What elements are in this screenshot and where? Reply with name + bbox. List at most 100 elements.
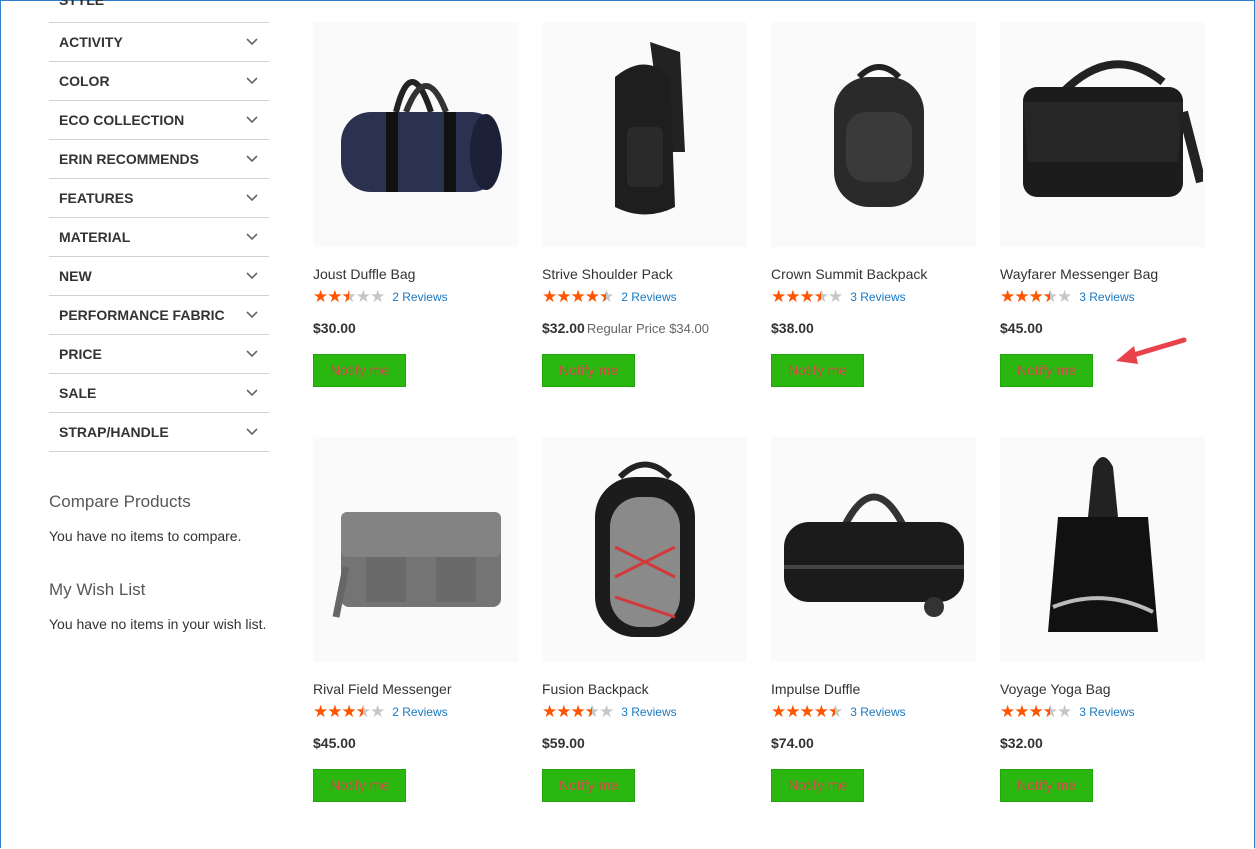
product-image[interactable] [313,437,518,662]
chevron-down-icon [245,347,259,361]
notify-me-button[interactable]: Notify me [542,769,635,802]
product-image[interactable] [1000,22,1206,247]
product-rating: ★★★★★2 Reviews [542,288,752,305]
filter-style-cut[interactable]: STYLE [49,0,269,23]
messenger-bag-image [1003,42,1206,227]
duffle-bag-image [326,42,506,227]
notify-me-button[interactable]: Notify me [542,354,635,387]
filter-label: STYLE [59,0,105,8]
regular-price: Regular Price $34.00 [586,321,709,336]
reviews-link[interactable]: 3 Reviews [1079,705,1134,719]
notify-me-button[interactable]: Notify me [313,769,406,802]
filter-strap-handle[interactable]: STRAP/HANDLE [49,413,269,452]
backpack-image [784,42,964,227]
filter-performance-fabric[interactable]: PERFORMANCE FABRIC [49,296,269,335]
filter-label: SALE [59,385,97,401]
filter-label: ECO COLLECTION [59,112,185,128]
product-image[interactable] [542,22,747,247]
product-image[interactable] [1000,437,1205,662]
star-icon: ★ [570,702,586,721]
product-image[interactable] [313,22,518,247]
star-icon: ★ [828,287,843,306]
product-name-link[interactable]: Wayfarer Messenger Bag [1000,266,1210,282]
product-rating: ★★★★★3 Reviews [771,288,981,305]
star-icon: ★ [771,702,786,721]
star-icon: ★ [313,702,328,721]
notify-me-button[interactable]: Notify me [771,354,864,387]
product-name-link[interactable]: Strive Shoulder Pack [542,266,752,282]
filter-eco-collection[interactable]: ECO COLLECTION [49,101,269,140]
reviews-link[interactable]: 3 Reviews [850,705,905,719]
star-icon: ★ [370,702,385,721]
rating-stars: ★ ★ ★ ★ ★ [771,287,843,306]
product-name-link[interactable]: Voyage Yoga Bag [1000,681,1210,697]
reviews-link[interactable]: 2 Reviews [621,290,676,304]
chevron-down-icon [245,152,259,166]
star-icon: ★ [313,287,328,306]
filter-activity[interactable]: ACTIVITY [49,23,269,62]
star-icon: ★ [785,287,800,306]
price-value: $59.00 [542,735,585,751]
product-card: Crown Summit Backpack★★★★★3 Reviews$38.0… [771,22,981,387]
shoulder-pack-image [555,32,735,237]
notify-me-button[interactable]: Notify me [1000,769,1093,802]
reviews-link[interactable]: 3 Reviews [621,705,676,719]
product-name-link[interactable]: Fusion Backpack [542,681,752,697]
star-icon: ★ [1043,703,1058,720]
rolling-duffle-image [774,457,974,642]
price-value: $74.00 [771,735,814,751]
product-image[interactable] [771,22,976,247]
star-icon: ★ [570,287,586,306]
product-rating: ★★★★★ 3 Reviews [1000,703,1210,720]
filter-price[interactable]: PRICE [49,335,269,374]
product-price: $59.00 [542,735,752,751]
notify-me-button[interactable]: Notify me [1000,354,1093,387]
star-icon: ★ [799,702,815,721]
product-rating: ★★★★★2 Reviews [313,703,523,720]
price-value: $30.00 [313,320,356,336]
filter-new[interactable]: NEW [49,257,269,296]
star-icon: ★ [599,288,614,305]
reviews-link[interactable]: 2 Reviews [392,705,447,719]
notify-me-button[interactable]: Notify me [771,769,864,802]
filter-sale[interactable]: SALE [49,374,269,413]
filter-erin-recommends[interactable]: ERIN RECOMMENDS [49,140,269,179]
product-image[interactable] [542,437,747,662]
filter-color[interactable]: COLOR [49,62,269,101]
price-value: $32.00 [542,320,585,336]
chevron-down-icon [245,308,259,322]
chevron-down-icon [245,74,259,88]
reviews-link[interactable]: 2 Reviews [392,290,447,304]
filter-label: MATERIAL [59,229,131,245]
product-price: $74.00 [771,735,981,751]
star-icon: ★ [542,702,557,721]
price-value: $45.00 [1000,320,1043,336]
product-card: Impulse Duffle★★★★★3 Reviews$74.00Notify… [771,437,981,802]
product-image[interactable] [771,437,976,662]
filter-material[interactable]: MATERIAL [49,218,269,257]
product-card: Rival Field Messenger★★★★★2 Reviews$45.0… [313,437,523,802]
product-name-link[interactable]: Crown Summit Backpack [771,266,981,282]
reviews-link[interactable]: 3 Reviews [850,290,905,304]
filter-features[interactable]: FEATURES [49,179,269,218]
filter-label: FEATURES [59,190,134,206]
reviews-link[interactable]: 3 Reviews [1079,290,1134,304]
field-messenger-image [321,457,511,642]
star-icon: ★ [327,287,342,306]
filter-label: NEW [59,268,92,284]
rating-stars: ★ ★ ★ ★ ★ [313,702,385,721]
star-icon: ★ [1014,702,1029,721]
product-name-link[interactable]: Impulse Duffle [771,681,981,697]
star-icon: ★ [1028,702,1044,721]
product-price: $38.00 [771,320,981,336]
filter-label: COLOR [59,73,110,89]
product-card: Wayfarer Messenger Bag★★★★★3 Reviews$45.… [1000,22,1210,387]
star-icon: ★ [341,702,357,721]
product-name-link[interactable]: Joust Duffle Bag [313,266,523,282]
product-name-link[interactable]: Rival Field Messenger [313,681,523,697]
rating-stars: ★ ★ ★ ★ ★ [1000,702,1072,721]
star-icon: ★ [1014,287,1029,306]
notify-me-button[interactable]: Notify me [313,354,406,387]
chevron-down-icon [245,35,259,49]
star-icon: ★ [828,703,843,720]
